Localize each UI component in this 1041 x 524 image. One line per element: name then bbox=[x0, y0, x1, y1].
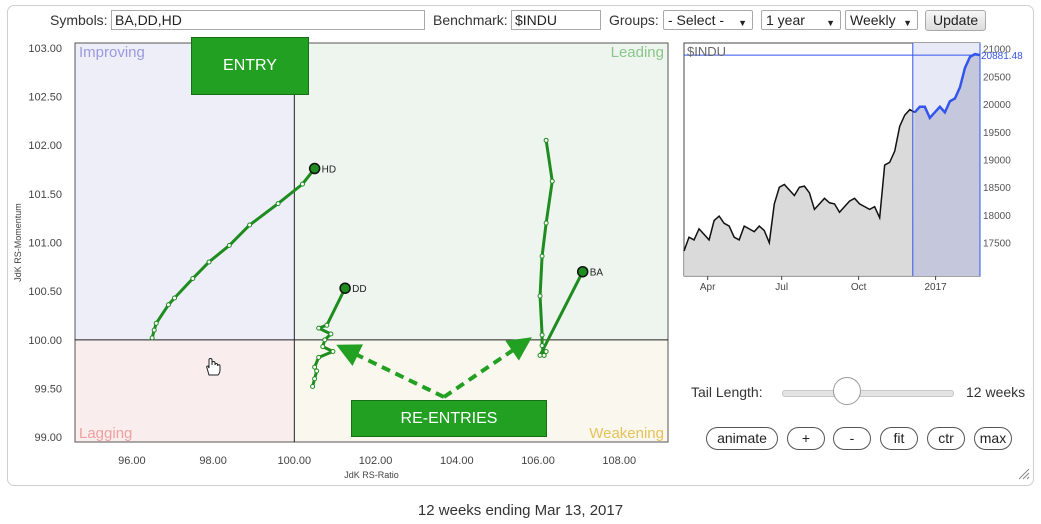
tail-length-label: Tail Length: bbox=[691, 384, 763, 400]
price-x-tick-label: Apr bbox=[700, 282, 716, 293]
price-y-tick-label: 17500 bbox=[983, 239, 1011, 250]
price-y-tick-label: 19500 bbox=[983, 128, 1011, 139]
tail-length-slider-handle[interactable] bbox=[832, 377, 861, 405]
hand-cursor-icon bbox=[206, 357, 221, 376]
chart-caption: 12 weeks ending Mar 13, 2017 bbox=[417, 502, 624, 519]
price-chart-title: $INDU bbox=[687, 44, 726, 59]
reentries-arrow-left bbox=[336, 344, 445, 399]
price-x-tick-label: 2017 bbox=[924, 282, 947, 293]
price-x-tick-label: Oct bbox=[851, 282, 867, 293]
tail-length-slider-track[interactable] bbox=[782, 390, 954, 397]
resize-handle-icon[interactable] bbox=[1016, 466, 1030, 480]
price-x-tick-label: Jul bbox=[775, 282, 788, 293]
price-y-tick-label: 20500 bbox=[983, 72, 1011, 83]
price-y-tick-label: 20000 bbox=[983, 100, 1011, 111]
reentries-arrow-right bbox=[442, 337, 532, 399]
animate-button[interactable]: animate bbox=[706, 427, 778, 450]
price-y-tick-label: 18500 bbox=[983, 183, 1011, 194]
center-button[interactable]: ctr bbox=[927, 427, 965, 450]
tail-length-value: 12 weeks bbox=[966, 384, 1026, 400]
price-y-tick-label: 19000 bbox=[983, 156, 1011, 167]
zoom-out-button[interactable]: - bbox=[833, 427, 871, 450]
max-button[interactable]: max bbox=[974, 427, 1012, 450]
price-last-value: 20881.48 bbox=[981, 51, 1023, 62]
price-chart[interactable]: $INDU 21000205002000019500190001850018000… bbox=[0, 0, 1041, 300]
price-y-tick-label: 18000 bbox=[983, 211, 1011, 222]
fit-button[interactable]: fit bbox=[880, 427, 918, 450]
zoom-in-button[interactable]: + bbox=[787, 427, 825, 450]
